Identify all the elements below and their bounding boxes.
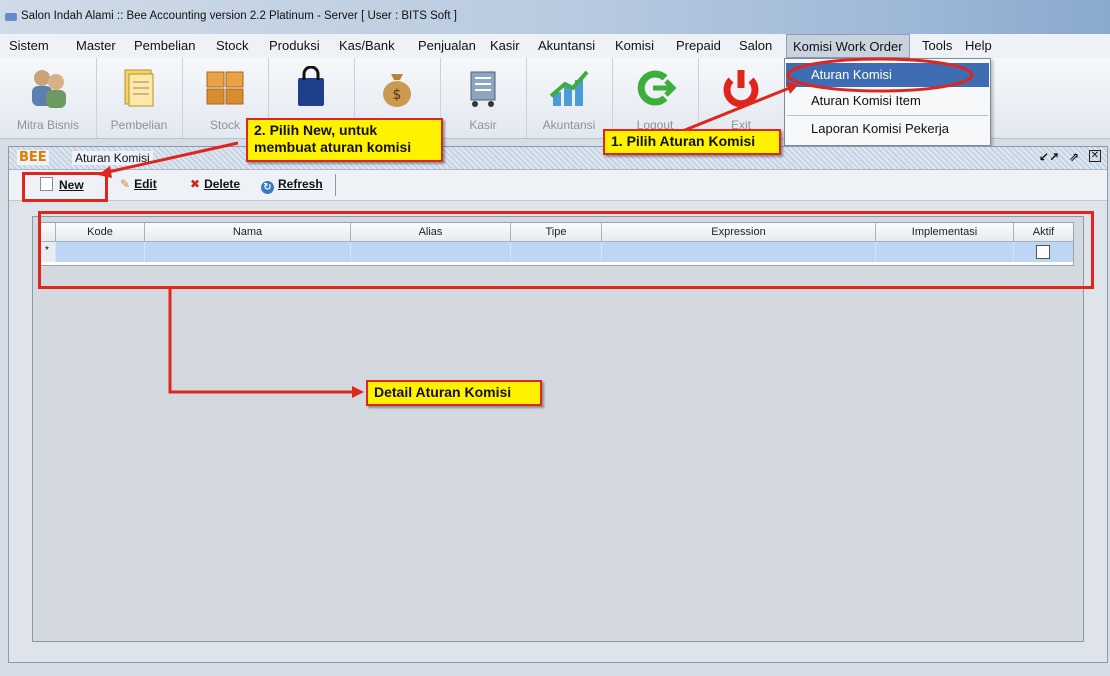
toolbar-label: Mitra Bisnis — [16, 118, 79, 132]
menu-item-aturan-komisi[interactable]: Aturan Komisi — [786, 63, 989, 87]
refresh-button[interactable]: ↻ Refresh — [261, 177, 323, 194]
refresh-icon: ↻ — [261, 181, 274, 194]
grid-highlight — [38, 211, 1094, 289]
toolbar-mitra-bisnis-button[interactable]: Mitra Bisnis — [0, 58, 97, 138]
menu-separator — [787, 115, 988, 116]
growth-chart-icon — [549, 70, 589, 106]
step2-callout-line2: membuat aturan komisi — [254, 139, 412, 155]
bee-logo: BEE — [17, 150, 49, 165]
toolbar-akuntansi-button[interactable]: Akuntansi — [526, 58, 613, 138]
menu-sistem[interactable]: Sistem — [9, 38, 49, 53]
menu-komisi[interactable]: Komisi — [615, 38, 654, 53]
detail-callout: Detail Aturan Komisi — [366, 380, 542, 406]
menu-item-aturan-komisi-item[interactable]: Aturan Komisi Item — [786, 89, 989, 113]
menu-penjualan[interactable]: Penjualan — [418, 38, 476, 53]
documents-icon — [124, 69, 154, 107]
menu-kas-bank[interactable]: Kas/Bank — [339, 38, 395, 53]
delete-button[interactable]: ✖ Delete — [190, 177, 240, 191]
minimize-icon[interactable]: ↙↗ — [1039, 150, 1059, 164]
edit-button[interactable]: ✎ Edit — [120, 177, 157, 191]
toolbar-kasir-button[interactable]: Kasir — [440, 58, 527, 138]
edit-label: Edit — [134, 177, 157, 191]
menu-bar: Sistem Master Pembelian Stock Produksi K… — [0, 34, 1110, 59]
maximize-icon[interactable]: ⇗ — [1069, 150, 1079, 164]
pencil-icon: ✎ — [120, 177, 131, 191]
menu-pembelian[interactable]: Pembelian — [134, 38, 195, 53]
window-titlebar: Salon Indah Alami :: Bee Accounting vers… — [0, 0, 1110, 35]
toolbar-label: Akuntansi — [542, 118, 596, 132]
step1-callout: 1. Pilih Aturan Komisi — [603, 129, 781, 155]
power-icon — [723, 70, 759, 108]
komisi-work-order-dropdown: Aturan Komisi Aturan Komisi Item Laporan… — [784, 58, 991, 146]
menu-help[interactable]: Help — [965, 38, 992, 53]
people-icon — [32, 70, 66, 108]
menu-item-laporan-komisi-pekerja[interactable]: Laporan Komisi Pekerja — [786, 117, 989, 141]
toolbar-separator — [335, 174, 336, 196]
menu-prepaid[interactable]: Prepaid — [676, 38, 721, 53]
window-title: Salon Indah Alami :: Bee Accounting vers… — [21, 10, 457, 22]
menu-salon[interactable]: Salon — [739, 38, 772, 53]
action-toolbar: New ✎ Edit ✖ Delete ↻ Refresh — [9, 170, 1107, 201]
svg-text:$: $ — [393, 87, 402, 103]
delete-x-icon: ✖ — [190, 177, 201, 191]
frame-title: Aturan Komisi — [72, 151, 153, 165]
menu-master[interactable]: Master — [76, 38, 116, 53]
menu-kasir[interactable]: Kasir — [490, 38, 520, 53]
frame-titlebar: BEE Aturan Komisi ↙↗ ⇗ ✕ — [9, 147, 1107, 170]
menu-komisi-work-order[interactable]: Komisi Work Order — [786, 34, 910, 58]
toolbar-logout-button[interactable]: Logout — [612, 58, 699, 138]
cart-icon — [470, 71, 496, 107]
menu-produksi[interactable]: Produksi — [269, 38, 320, 53]
logout-arrow-icon — [637, 70, 677, 106]
new-button-highlight — [22, 172, 108, 202]
boxes-icon — [206, 71, 244, 105]
menu-tools[interactable]: Tools — [922, 38, 952, 53]
shopping-bag-icon — [298, 66, 324, 106]
money-bag-icon: $ — [383, 74, 411, 107]
refresh-label: Refresh — [278, 177, 323, 191]
app-icon — [5, 13, 17, 21]
close-icon[interactable]: ✕ — [1089, 150, 1101, 162]
toolbar-exit-button[interactable]: Exit — [698, 58, 784, 138]
step2-callout: 2. Pilih New, untuk membuat aturan komis… — [246, 118, 443, 162]
toolbar-pembelian-button[interactable]: Pembelian — [96, 58, 183, 138]
toolbar-label: Pembelian — [110, 118, 168, 132]
step2-callout-line1: 2. Pilih New, untuk — [254, 122, 378, 138]
delete-label: Delete — [204, 177, 241, 191]
menu-akuntansi[interactable]: Akuntansi — [538, 38, 595, 53]
toolbar-label: Kasir — [469, 118, 497, 132]
menu-stock[interactable]: Stock — [216, 38, 249, 53]
